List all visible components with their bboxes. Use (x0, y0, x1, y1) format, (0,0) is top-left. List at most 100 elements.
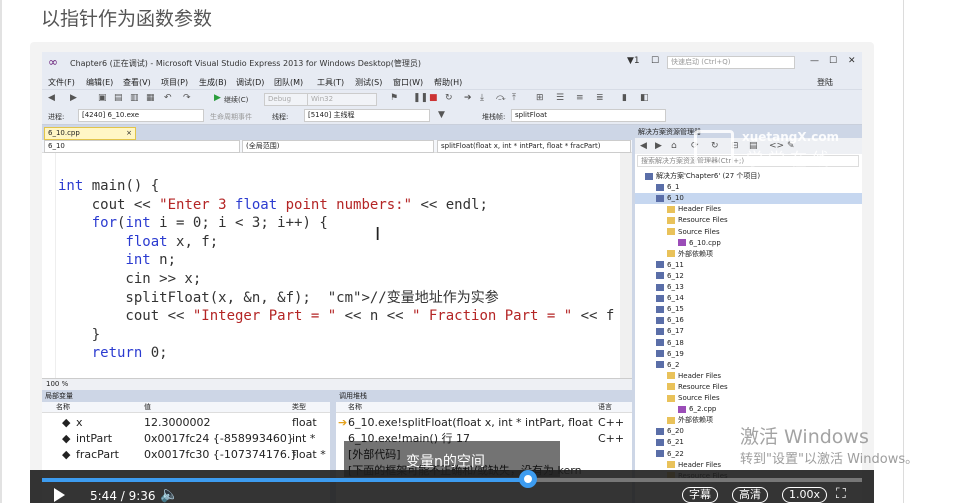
menu-debug[interactable]: 调试(D) (236, 77, 264, 88)
uncomment-icon[interactable]: ≣ (596, 93, 604, 103)
frame-name: 6_10.exe!splitFloat(float x, int * intPa… (348, 416, 594, 429)
solution-tree-item[interactable]: 6_16 (635, 315, 862, 326)
new-project-icon[interactable]: ▣ (98, 93, 107, 103)
page-right-rule (903, 0, 904, 503)
step-out-icon[interactable]: ⤒ (512, 93, 516, 103)
bookmark-prev-icon[interactable]: ◧ (640, 93, 649, 103)
progress-bar[interactable] (42, 478, 862, 482)
restart-icon[interactable]: ↻ (445, 93, 453, 103)
menu-team[interactable]: 团队(M) (274, 77, 303, 88)
forward-icon[interactable]: ▶ (70, 93, 77, 103)
bookmark-icon[interactable]: ▮ (622, 93, 627, 103)
speed-button[interactable]: 1.00x (782, 487, 828, 503)
menu-build[interactable]: 生成(B) (199, 77, 227, 88)
captions-button[interactable]: 字幕 (682, 487, 718, 503)
watermark-site: xuetangX.com (742, 130, 840, 144)
sign-in-link[interactable]: 登陆 (817, 77, 833, 88)
solution-tree-item[interactable]: Resource Files (635, 382, 862, 393)
continue-button[interactable]: 继续(C) (224, 95, 248, 105)
back-icon[interactable]: ◀ (48, 93, 55, 103)
quality-button[interactable]: 高清 (732, 487, 768, 503)
callstack-row[interactable]: ➔ 6_10.exe!splitFloat(float x, int * intP… (336, 415, 632, 431)
menu-tools[interactable]: 工具(T) (317, 77, 344, 88)
close-button[interactable]: ✕ (848, 56, 856, 66)
platform-select[interactable]: Win32 (307, 93, 377, 106)
editor-scrollbar[interactable] (620, 153, 632, 378)
save-icon[interactable]: ▥ (130, 93, 139, 103)
project-nav-select[interactable]: 6_10 (44, 140, 240, 153)
code-line: splitFloat(x, &n, &f); "cm">//变量地址作为实参 (58, 289, 499, 306)
solution-tree-item[interactable]: Resource Files (635, 215, 862, 226)
step-into-icon[interactable]: ⤓ (480, 93, 484, 103)
solution-tree-item[interactable]: 6_10.cpp (635, 238, 862, 249)
local-type: float (292, 416, 317, 429)
solution-tree-item[interactable]: 6_15 (635, 304, 862, 315)
open-icon[interactable]: ▤ (114, 93, 123, 103)
menu-test[interactable]: 测试(S) (355, 77, 382, 88)
scope-nav-select[interactable]: (全局范围) (242, 140, 434, 153)
tab-6-10-cpp[interactable]: 6_10.cpp × (44, 127, 136, 140)
solution-tree-item[interactable]: 6_11 (635, 260, 862, 271)
solution-tree-item[interactable]: 6_2 (635, 360, 862, 371)
menu-project[interactable]: 项目(P) (161, 77, 188, 88)
tab-close-icon[interactable]: × (126, 128, 132, 139)
minimize-button[interactable]: — (810, 56, 819, 66)
solution-tree-item[interactable]: Source Files (635, 393, 862, 404)
solution-tree-item[interactable]: 解决方案'Chapter6' (27 个项目) (635, 171, 862, 182)
solution-tree-item[interactable]: 外部依赖项 (635, 249, 862, 260)
play-icon[interactable] (54, 488, 65, 502)
save-all-icon[interactable]: ▦ (146, 93, 155, 103)
zoom-select[interactable]: 100 % (42, 378, 632, 390)
back-icon[interactable]: ◀ (640, 141, 647, 151)
progress-scrubber[interactable] (519, 470, 537, 488)
editor-gutter[interactable] (42, 153, 56, 378)
quick-launch-input[interactable]: 快速启动 (Ctrl+Q) (667, 56, 795, 69)
undo-icon[interactable]: ↶ (164, 93, 172, 103)
stop-debugging-icon[interactable]: ■ (429, 93, 438, 103)
solution-tree-item[interactable]: 6_1 (635, 182, 862, 193)
locals-row[interactable]: ◆ fracPart 0x0017fc30 {-107374176.} float * (42, 447, 330, 463)
flag-thread-icon[interactable]: ▼ (438, 110, 445, 120)
show-next-statement-icon[interactable]: ➔ (464, 93, 472, 103)
solution-tree-item[interactable]: Header Files (635, 371, 862, 382)
volume-icon[interactable]: 🔈 (160, 485, 179, 503)
hex-icon[interactable]: ⊞ (536, 93, 544, 103)
step-over-icon[interactable]: ⤼ (496, 93, 506, 103)
solution-tree-item[interactable]: 6_17 (635, 326, 862, 337)
break-all-icon[interactable]: ❚❚ (413, 93, 428, 103)
locals-row[interactable]: ◆ intPart 0x0017fc24 {-858993460} int * (42, 431, 330, 447)
attach-icon[interactable]: ⚑ (390, 93, 398, 103)
solution-tree-item[interactable]: Source Files (635, 227, 862, 238)
stack-frame-select[interactable]: splitFloat (511, 109, 666, 122)
member-nav-select[interactable]: splitFloat(float x, int * intPart, float… (437, 140, 631, 153)
filter-icon[interactable]: ▼1 (627, 56, 640, 66)
solution-tree-item[interactable]: 6_18 (635, 338, 862, 349)
solution-tree-item[interactable]: 6_13 (635, 282, 862, 293)
forward-icon[interactable]: ▶ (655, 141, 662, 151)
locals-row[interactable]: ◆ x 12.3000002 float (42, 415, 330, 431)
menu-help[interactable]: 帮助(H) (434, 77, 462, 88)
solution-tree-item[interactable]: Header Files (635, 204, 862, 215)
process-select[interactable]: [4240] 6_10.exe (78, 109, 204, 122)
solution-tree-item[interactable]: 6_12 (635, 271, 862, 282)
menu-file[interactable]: 文件(F) (48, 77, 75, 88)
threads-icon[interactable]: ☰ (556, 93, 564, 103)
solution-tree-item[interactable]: 6_14 (635, 293, 862, 304)
maximize-button[interactable]: ☐ (829, 56, 837, 66)
menu-view[interactable]: 查看(V) (123, 77, 151, 88)
lifecycle-events-button[interactable]: 生命周期事件 (210, 112, 252, 122)
feedback-icon[interactable]: ☐ (651, 56, 659, 66)
menu-window[interactable]: 窗口(W) (393, 77, 423, 88)
thread-select[interactable]: [5140] 主线程 (304, 109, 430, 122)
comment-icon[interactable]: ≡ (576, 93, 584, 103)
fullscreen-icon[interactable]: ⛶ (836, 486, 846, 502)
solution-tree-item[interactable]: 6_19 (635, 349, 862, 360)
home-icon[interactable]: ⌂ (671, 141, 677, 151)
redo-icon[interactable]: ↷ (183, 93, 191, 103)
menu-edit[interactable]: 编辑(E) (86, 77, 113, 88)
callstack-title: 调用堆栈 (336, 390, 632, 402)
continue-icon[interactable]: ▶ (214, 93, 221, 103)
solution-tree-item[interactable]: 6_2.cpp (635, 404, 862, 415)
code-editor[interactable]: int main() { cout << "Enter 3 float poin… (42, 153, 632, 378)
solution-tree-item[interactable]: 6_10 (635, 193, 862, 205)
